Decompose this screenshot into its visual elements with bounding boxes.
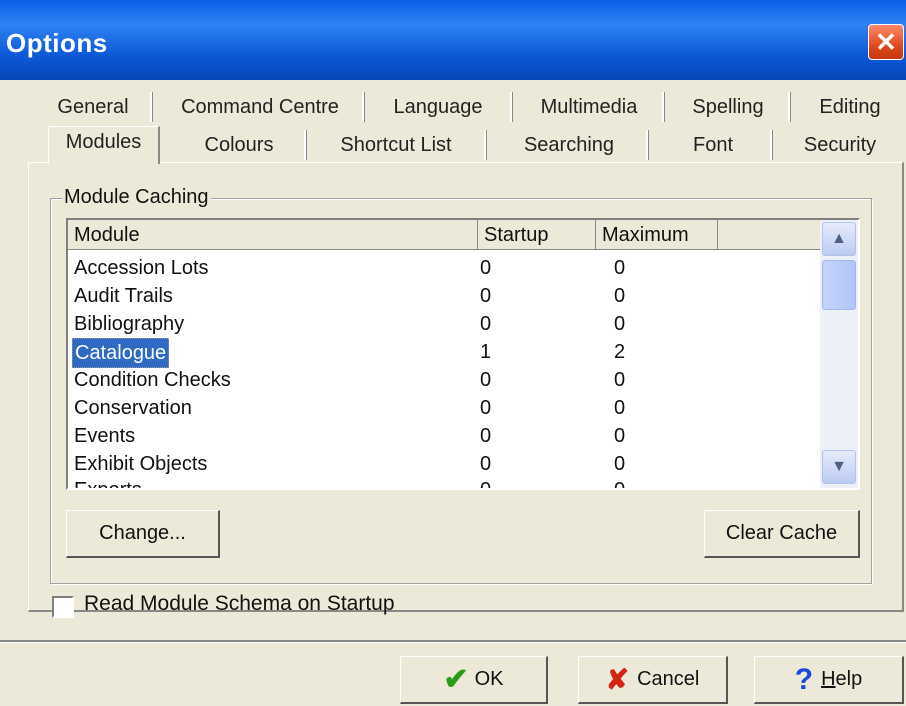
cancel-label: Cancel xyxy=(637,668,700,690)
startup-value: 0 xyxy=(480,313,492,335)
maximum-value: 0 xyxy=(614,369,626,391)
module-name: Bibliography xyxy=(74,313,185,335)
module-name: Events xyxy=(74,425,136,447)
startup-value: 1 xyxy=(480,341,492,363)
tab-searching[interactable]: Searching xyxy=(496,130,642,160)
check-icon: ✔ xyxy=(443,663,469,696)
tab-spelling[interactable]: Spelling xyxy=(676,92,780,122)
chevron-down-icon: ▼ xyxy=(831,458,847,475)
read-schema-label: Read Module Schema on Startup xyxy=(84,592,395,615)
startup-value: 0 xyxy=(480,369,492,391)
maximum-value: 0 xyxy=(614,453,626,475)
ok-button[interactable]: ✔ OK xyxy=(400,656,548,704)
group-label: Module Caching xyxy=(62,186,211,209)
tab-colours[interactable]: Colours xyxy=(176,130,302,160)
tab-multimedia[interactable]: Multimedia xyxy=(526,92,652,122)
maximum-value: 0 xyxy=(614,285,626,307)
question-icon: ? xyxy=(794,662,814,696)
tab-editing[interactable]: Editing xyxy=(800,92,900,122)
startup-value: 0 xyxy=(480,257,492,279)
module-name: Conservation xyxy=(74,397,192,419)
clear-cache-button[interactable]: Clear Cache xyxy=(704,510,860,558)
help-label: Help xyxy=(821,668,862,691)
tab-font[interactable]: Font xyxy=(660,130,766,160)
module-name: Exhibit Objects xyxy=(74,453,208,475)
tab-divider xyxy=(646,130,649,160)
tab-language[interactable]: Language xyxy=(378,92,498,122)
column-header-startup[interactable]: Startup xyxy=(478,220,596,250)
module-name: Exports xyxy=(74,479,142,490)
close-button[interactable]: ✕ xyxy=(868,24,904,60)
help-accelerator: H xyxy=(821,668,836,690)
startup-value: 0 xyxy=(480,285,492,307)
maximum-value: 0 xyxy=(614,397,626,419)
column-header-maximum[interactable]: Maximum xyxy=(596,220,718,250)
tab-divider xyxy=(510,92,513,122)
change-button[interactable]: Change... xyxy=(66,510,220,558)
ok-label: OK xyxy=(474,668,504,690)
options-dialog: General Command Centre Language Multimed… xyxy=(0,80,906,706)
tab-security[interactable]: Security xyxy=(782,130,898,160)
maximum-value: 0 xyxy=(614,313,626,335)
chevron-up-icon: ▲ xyxy=(831,230,847,247)
title-bar: Options ✕ xyxy=(0,0,906,80)
scroll-up-button[interactable]: ▲ xyxy=(822,222,856,256)
tab-modules[interactable]: Modules xyxy=(48,126,160,164)
startup-value: 0 xyxy=(480,453,492,475)
tab-divider xyxy=(662,92,665,122)
module-name: Accession Lots xyxy=(74,257,209,279)
scroll-down-button[interactable]: ▼ xyxy=(822,450,856,484)
column-header-blank[interactable] xyxy=(718,220,822,250)
read-schema-checkbox[interactable] xyxy=(52,596,74,618)
startup-value: 0 xyxy=(480,479,492,490)
footer-divider xyxy=(0,640,906,643)
tab-divider xyxy=(788,92,791,122)
module-list[interactable]: Module Startup Maximum Accession Lots 0 … xyxy=(66,218,860,490)
maximum-value: 2 xyxy=(614,341,626,363)
close-icon: ✕ xyxy=(875,26,897,57)
scroll-thumb[interactable] xyxy=(822,260,856,310)
maximum-value: 0 xyxy=(614,257,626,279)
maximum-value: 0 xyxy=(614,479,626,490)
tab-shortcut-list[interactable]: Shortcut List xyxy=(316,130,476,160)
tab-divider xyxy=(362,92,365,122)
tab-general[interactable]: General xyxy=(48,92,138,122)
module-name: Catalogue xyxy=(72,338,170,368)
cancel-button[interactable]: ✘ Cancel xyxy=(578,656,728,704)
vertical-scrollbar[interactable]: ▲ ▼ xyxy=(820,220,858,488)
startup-value: 0 xyxy=(480,425,492,447)
help-label-rest: elp xyxy=(835,668,863,690)
startup-value: 0 xyxy=(480,397,492,419)
tab-divider xyxy=(304,130,307,160)
tab-divider xyxy=(770,130,773,160)
maximum-value: 0 xyxy=(614,425,626,447)
tab-command-centre[interactable]: Command Centre xyxy=(166,92,354,122)
tab-divider xyxy=(484,130,487,160)
module-name: Condition Checks xyxy=(74,369,231,391)
help-button[interactable]: ? Help xyxy=(754,656,904,704)
tab-divider xyxy=(150,92,153,122)
column-header-module[interactable]: Module xyxy=(68,220,478,250)
x-icon: ✘ xyxy=(605,664,630,695)
window-title: Options xyxy=(6,28,108,58)
module-name: Audit Trails xyxy=(74,285,173,307)
